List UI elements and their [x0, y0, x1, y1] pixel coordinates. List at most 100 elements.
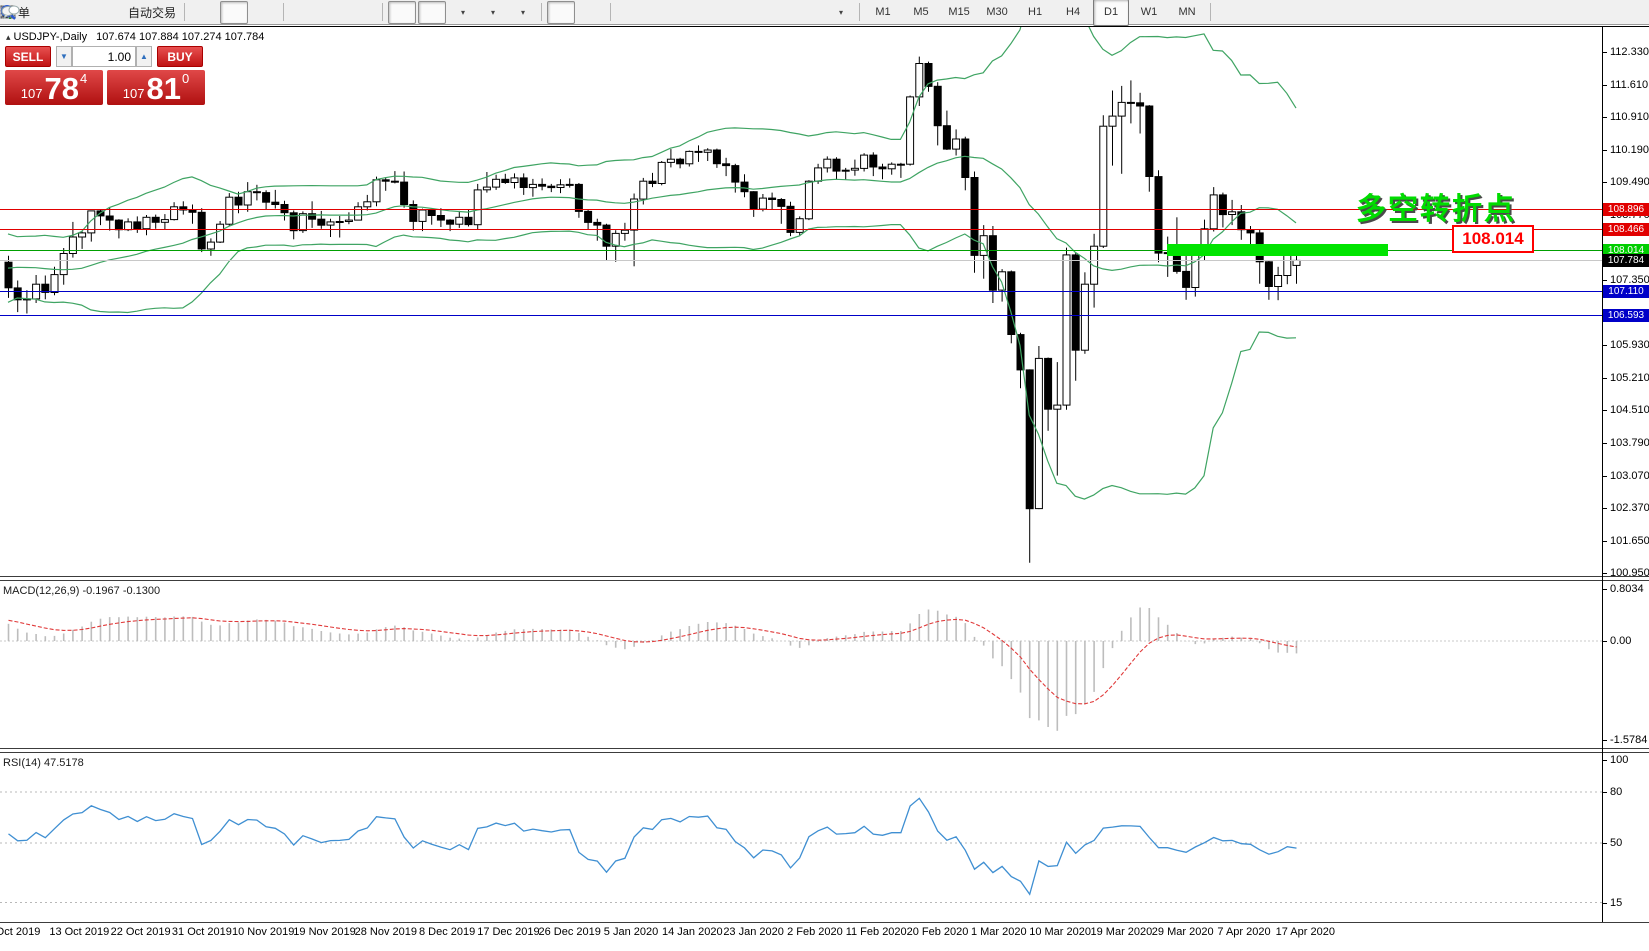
text-icon[interactable]: A [766, 1, 794, 24]
price-badge: 106.593 [1603, 309, 1649, 322]
y-axis-tick: 103.070 [1610, 470, 1649, 482]
journal-icon[interactable] [35, 1, 63, 24]
price-horizontal-line[interactable] [0, 260, 1602, 261]
timeframe-button-H1[interactable]: H1 [1017, 0, 1053, 26]
new-chart-button[interactable]: ▾ [448, 1, 476, 24]
y-axis-tick: 105.210 [1610, 372, 1649, 384]
volume-decrease-button[interactable]: ▼ [56, 46, 72, 67]
y-axis-tickmark [1602, 345, 1607, 346]
vertical-line-icon[interactable] [616, 1, 644, 24]
volume-input[interactable] [72, 46, 136, 67]
timeframe-button-MN[interactable]: MN [1169, 0, 1205, 26]
panel-separator[interactable] [0, 748, 1649, 749]
chart-title: ▴USDJPY-,Daily 107.674 107.884 107.274 1… [6, 31, 264, 43]
timeframe-button-M15[interactable]: M15 [941, 0, 977, 26]
y-axis-tick: 109.490 [1610, 176, 1649, 188]
chart-shift-icon[interactable] [418, 1, 446, 24]
cursor-icon[interactable] [547, 1, 575, 24]
volume-increase-button[interactable]: ▲ [136, 46, 152, 67]
fibonacci-icon[interactable]: F [736, 1, 764, 24]
chat-icon[interactable] [1612, 1, 1640, 24]
price-horizontal-line[interactable] [0, 229, 1602, 230]
y-axis-tickmark [1602, 117, 1607, 118]
auto-trading-button[interactable]: 自动交易 [125, 1, 179, 24]
timeframe-button-M1[interactable]: M1 [865, 0, 901, 26]
timeframe-button-H4[interactable]: H4 [1055, 0, 1091, 26]
panel-separator [0, 922, 1649, 923]
chevron-down-icon: ▾ [491, 8, 495, 17]
templates-button[interactable]: ▾ [508, 1, 536, 24]
y-axis-tickmark [1602, 182, 1607, 183]
x-axis-label: 26 Dec 2019 [538, 926, 600, 938]
zoom-out-icon[interactable] [319, 1, 347, 24]
macd-axis-tick: 0.8034 [1610, 583, 1644, 595]
macd-axis-tickmark [1602, 589, 1607, 590]
sell-button[interactable]: SELL [5, 46, 51, 67]
y-axis-tickmark [1602, 476, 1607, 477]
period-clock-button[interactable]: ▾ [478, 1, 506, 24]
y-axis-tickmark [1602, 410, 1607, 411]
collapse-triangle-icon[interactable]: ▴ [6, 32, 11, 42]
price-badge: 107.110 [1603, 285, 1649, 298]
navigator-icon[interactable] [65, 1, 93, 24]
y-axis-tickmark [1602, 378, 1607, 379]
timeframe-button-M5[interactable]: M5 [903, 0, 939, 26]
trendline-icon[interactable] [676, 1, 704, 24]
rsi-axis-tick: 50 [1610, 837, 1622, 849]
price-axis-line[interactable] [1602, 27, 1603, 922]
buy-price-display[interactable]: 107810 [107, 70, 205, 105]
rsi-label: RSI(14) 47.5178 [3, 757, 84, 769]
one-click-trading-panel: SELL ▼ ▲ BUY 107784 107810 [5, 46, 215, 105]
x-axis-label: Oct 2019 [0, 926, 40, 938]
search-icon[interactable] [1582, 1, 1610, 24]
panel-separator[interactable] [0, 580, 1649, 581]
timeframe-button-W1[interactable]: W1 [1131, 0, 1167, 26]
auto-scroll-icon[interactable] [388, 1, 416, 24]
y-axis-tick: 102.370 [1610, 502, 1649, 514]
y-axis-tick: 101.650 [1610, 535, 1649, 547]
signal-icon[interactable] [95, 1, 123, 24]
main-chart-plot[interactable] [0, 27, 1602, 578]
triangle-up-icon: ▲ [140, 52, 148, 61]
rsi-axis-tickmark [1602, 792, 1607, 793]
buy-button[interactable]: BUY [157, 46, 203, 67]
line-chart-icon[interactable] [250, 1, 278, 24]
horizontal-line-icon[interactable] [646, 1, 674, 24]
y-axis-tick: 111.610 [1610, 79, 1648, 91]
price-horizontal-line[interactable] [0, 291, 1602, 292]
rsi-axis-tickmark [1602, 760, 1607, 761]
y-axis-tick: 110.190 [1610, 144, 1649, 156]
zoom-in-icon[interactable] [289, 1, 317, 24]
rsi-plot[interactable] [0, 752, 1602, 922]
symbol-name: USDJPY-,Daily [14, 31, 88, 43]
chevron-down-icon: ▾ [461, 8, 465, 17]
x-axis-label: 11 Feb 2020 [846, 926, 907, 938]
x-axis-label: 10 Nov 2019 [232, 926, 294, 938]
bar-chart-icon[interactable] [190, 1, 218, 24]
sell-price-display[interactable]: 107784 [5, 70, 103, 105]
price-label-box[interactable]: 108.014 [1452, 225, 1534, 253]
macd-axis-tick: -1.5784 [1610, 734, 1647, 746]
highlight-bar[interactable] [1167, 244, 1388, 256]
equidistant-channel-icon[interactable]: E [706, 1, 734, 24]
turning-point-annotation[interactable]: 多空转折点 [1356, 184, 1516, 228]
x-axis-label: 13 Oct 2019 [49, 926, 109, 938]
mt4-window: 订单 自动交易 ▾ ▾ ▾ E F A T ▾ M1M5M15 [0, 0, 1649, 951]
macd-plot[interactable] [0, 582, 1602, 748]
triangle-down-icon: ▼ [60, 52, 68, 61]
macd-axis-tickmark [1602, 641, 1607, 642]
y-axis-tickmark [1602, 150, 1607, 151]
timeframe-button-M30[interactable]: M30 [979, 0, 1015, 26]
timeframe-button-D1[interactable]: D1 [1093, 0, 1129, 26]
y-axis-tick: 112.330 [1610, 46, 1649, 58]
arrows-icon[interactable]: ▾ [826, 1, 854, 24]
price-horizontal-line[interactable] [0, 315, 1602, 316]
candlestick-chart-icon[interactable] [220, 1, 248, 24]
y-axis-tick: 104.510 [1610, 404, 1649, 416]
x-axis-label: 14 Jan 2020 [662, 926, 723, 938]
crosshair-icon[interactable] [577, 1, 605, 24]
x-axis-label: 19 Nov 2019 [293, 926, 355, 938]
timeframe-group: M1M5M15M30H1H4D1W1MN [864, 0, 1206, 26]
text-label-icon[interactable]: T [796, 1, 824, 24]
tile-windows-icon[interactable] [349, 1, 377, 24]
